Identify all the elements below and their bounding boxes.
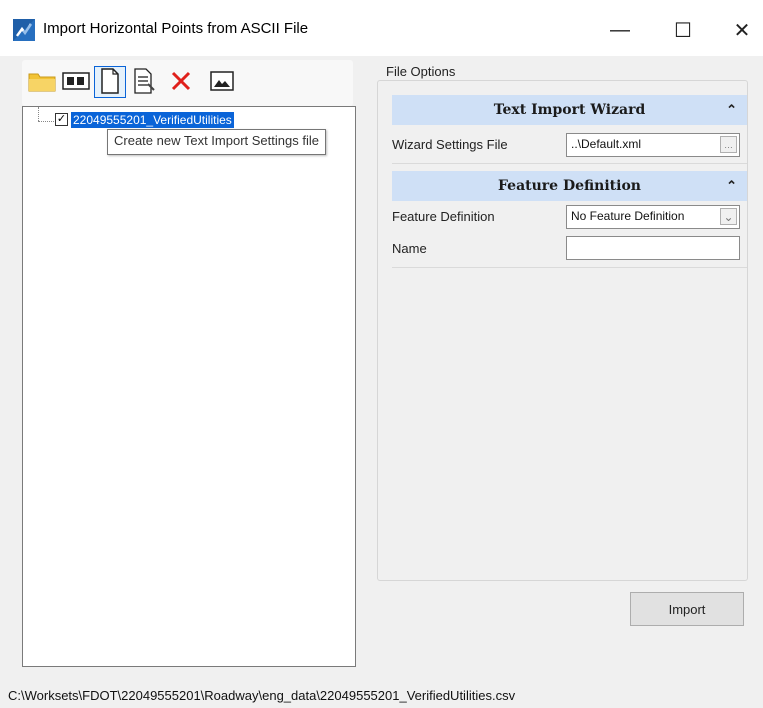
name-input[interactable]	[566, 236, 740, 260]
text-import-wizard-title: Text Import Wizard	[493, 102, 646, 118]
delete-button[interactable]	[165, 66, 197, 98]
import-button[interactable]: Import	[630, 592, 744, 626]
wizard-settings-value: ..\Default.xml	[571, 137, 642, 151]
file-path: C:\Worksets\FDOT\22049555201\Roadway\eng…	[8, 688, 516, 703]
tree-item-label[interactable]: 22049555201_VerifiedUtilities	[71, 112, 234, 128]
image-button[interactable]	[206, 66, 238, 98]
tooltip: Create new Text Import Settings file	[107, 129, 326, 155]
file-tree[interactable]: ✓ 22049555201_VerifiedUtilities	[22, 106, 356, 667]
feature-definition-label: Feature Definition	[392, 209, 495, 224]
browse-button[interactable]: …	[720, 136, 737, 153]
collapse-icon[interactable]: ⌃	[726, 171, 737, 201]
open-folder-button[interactable]	[26, 66, 58, 98]
minimize-button[interactable]: —	[597, 10, 643, 50]
collapse-icon[interactable]: ⌃	[726, 95, 737, 125]
edit-settings-icon	[132, 67, 156, 97]
edit-settings-button[interactable]	[128, 66, 160, 98]
file-options-group: Text Import Wizard ⌃ Wizard Settings Fil…	[377, 80, 748, 581]
text-import-wizard-header[interactable]: Text Import Wizard ⌃	[392, 95, 747, 125]
title-bar: Import Horizontal Points from ASCII File…	[0, 0, 763, 56]
tree-item-checkbox[interactable]: ✓	[55, 113, 68, 126]
app-icon	[13, 19, 35, 41]
tree-connector	[38, 107, 39, 121]
feature-definition-select[interactable]: No Feature Definition ⌄	[566, 205, 740, 229]
status-bar: C:\Worksets\FDOT\22049555201\Roadway\eng…	[0, 684, 763, 708]
chevron-down-icon[interactable]: ⌄	[720, 208, 737, 225]
divider	[392, 267, 747, 268]
maximize-button[interactable]: ☐	[660, 10, 706, 50]
feature-definition-title: Feature Definition	[498, 178, 641, 194]
preview-icon	[62, 71, 90, 93]
file-options-label: File Options	[386, 64, 456, 79]
image-icon	[210, 70, 234, 94]
name-label: Name	[392, 241, 427, 256]
toolbar	[22, 60, 353, 106]
tree-connector	[38, 121, 56, 122]
feature-definition-value: No Feature Definition	[571, 209, 685, 223]
delete-icon	[170, 70, 192, 95]
feature-definition-header[interactable]: Feature Definition ⌃	[392, 171, 747, 201]
new-file-icon	[100, 67, 120, 97]
new-settings-file-button[interactable]	[94, 66, 126, 98]
preview-button[interactable]	[60, 66, 92, 98]
close-button[interactable]: ✕	[719, 10, 763, 50]
divider	[392, 163, 747, 164]
wizard-settings-label: Wizard Settings File	[392, 137, 508, 152]
open-folder-icon	[28, 70, 56, 95]
wizard-settings-field[interactable]: ..\Default.xml …	[566, 133, 740, 157]
window-title: Import Horizontal Points from ASCII File	[43, 20, 309, 37]
import-dialog: Import Horizontal Points from ASCII File…	[0, 0, 763, 708]
